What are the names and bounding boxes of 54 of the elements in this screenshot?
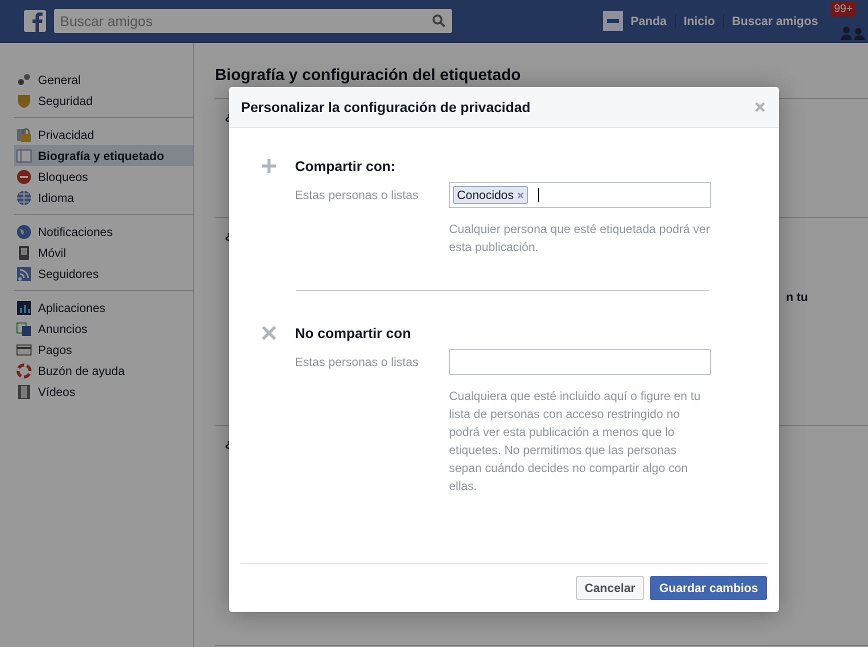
chart-icon — [16, 300, 32, 316]
plus-icon — [261, 158, 277, 174]
rss-icon — [16, 266, 32, 282]
sidebar-item[interactable]: Anuncios — [14, 318, 193, 339]
help-text: Cualquiera que esté incluido aquí o figure en tu lista de personas con acceso restringido no podrá ver esta publicación a menos que lo etiquetes. No permitimos que las personas sepan cuándo decides no compartir algo con ellas. — [449, 388, 702, 495]
lifebuoy-icon — [16, 362, 32, 378]
cross-icon — [261, 325, 277, 341]
phone-icon — [16, 244, 32, 260]
friends-icon[interactable] — [838, 24, 868, 40]
ad-icon — [16, 320, 32, 336]
search-bar[interactable]: Buscar amigos — [54, 9, 452, 33]
film-icon — [16, 384, 32, 400]
page-title: Biografía y configuración del etiquetado — [215, 67, 522, 85]
notification-badge: 99+ — [831, 2, 856, 17]
cancel-button[interactable]: Cancelar — [576, 576, 644, 600]
close-button[interactable] — [753, 100, 767, 114]
dialog-title: Personalizar la configuración de privacidad — [241, 99, 530, 115]
sidebar-item[interactable]: Pagos — [14, 339, 193, 360]
nav-link[interactable]: Buscar amigos — [722, 14, 826, 28]
sidebar-item[interactable]: Buzón de ayuda — [14, 360, 193, 381]
logo-icon[interactable] — [24, 10, 46, 32]
token-chip[interactable]: Conocidos — [453, 186, 528, 204]
timeline-icon — [16, 148, 32, 164]
section-heading: No compartir con — [295, 325, 412, 341]
shield-icon — [16, 92, 32, 108]
sidebar-item[interactable]: Seguidores — [14, 263, 193, 284]
sidebar-item[interactable]: Vídeos — [14, 381, 193, 402]
sidebar-item[interactable]: Aplicaciones — [14, 297, 193, 318]
help-text: Cualquier persona que esté etiquetada podrá ver esta publicación. — [449, 221, 711, 256]
blocked-icon — [16, 168, 32, 184]
card-icon — [16, 342, 32, 358]
sidebar-item[interactable]: Privacidad — [14, 124, 193, 145]
sidebar-item[interactable]: Seguridad — [14, 90, 193, 111]
search-input[interactable]: Buscar amigos — [54, 13, 426, 29]
nav-link[interactable]: Panda — [594, 11, 675, 31]
sidebar-item[interactable]: Bloqueos — [14, 166, 193, 187]
gears-icon — [16, 72, 32, 88]
sidebar-item[interactable]: Móvil — [14, 242, 193, 263]
field-label: Estas personas o listas — [295, 188, 420, 202]
sidebar-item[interactable]: Biografía y etiquetado — [14, 145, 193, 166]
sidebar-item[interactable]: Notificaciones — [14, 221, 193, 242]
text-cursor — [538, 188, 539, 202]
section-heading: Compartir con: — [295, 158, 396, 174]
sidebar-item[interactable]: General — [14, 69, 193, 90]
nav-link[interactable]: Inicio — [674, 14, 723, 28]
people-field[interactable] — [449, 349, 711, 375]
save-button[interactable]: Guardar cambios — [650, 576, 767, 600]
setting-text: n tu — [786, 290, 808, 306]
field-label: Estas personas o listas — [295, 355, 420, 369]
people-field[interactable]: Conocidos — [449, 182, 711, 208]
lock-icon — [16, 126, 32, 142]
remove-icon[interactable] — [516, 192, 524, 198]
sidebar-item[interactable]: Idioma — [14, 187, 193, 208]
search-icon[interactable] — [432, 14, 446, 28]
